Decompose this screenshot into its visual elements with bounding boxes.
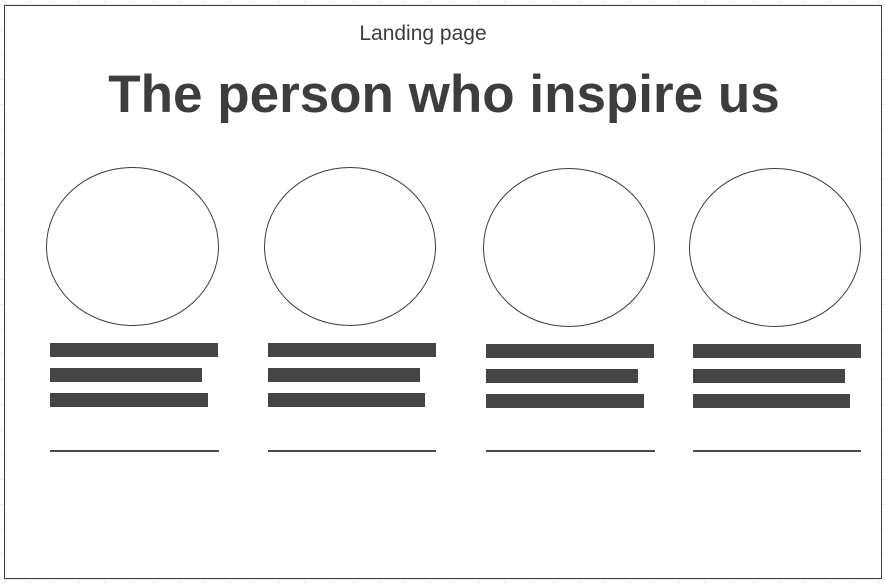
profile-divider-1 [50,450,219,452]
wireframe-frame: Landing page The person who inspire us [4,5,882,579]
profile-photo-placeholder-1 [46,167,219,326]
profile-text-placeholder-2a [268,368,420,382]
profile-photo-placeholder-4 [689,168,861,327]
profile-name-placeholder-4 [693,344,861,358]
profile-card-2 [264,167,439,457]
page-headline: The person who inspire us [108,65,780,124]
profile-text-placeholder-4b [693,394,850,408]
profile-name-placeholder-3 [486,344,654,358]
page-label: Landing page [359,22,487,45]
profile-text-placeholder-3b [486,394,644,408]
profile-text-placeholder-4a [693,369,845,383]
profile-divider-2 [268,450,436,452]
profile-text-placeholder-1a [50,368,202,382]
profile-photo-placeholder-2 [264,167,436,326]
profile-card-1 [46,167,221,457]
profile-text-placeholder-1b [50,393,208,407]
profile-text-placeholder-2b [268,393,425,407]
profile-divider-4 [693,450,861,452]
profile-card-3 [483,168,658,458]
profile-text-placeholder-3a [486,369,638,383]
profile-divider-3 [486,450,655,452]
profile-name-placeholder-1 [50,343,218,357]
profile-name-placeholder-2 [268,343,436,357]
profile-photo-placeholder-3 [483,168,655,327]
profile-card-4 [689,168,864,458]
